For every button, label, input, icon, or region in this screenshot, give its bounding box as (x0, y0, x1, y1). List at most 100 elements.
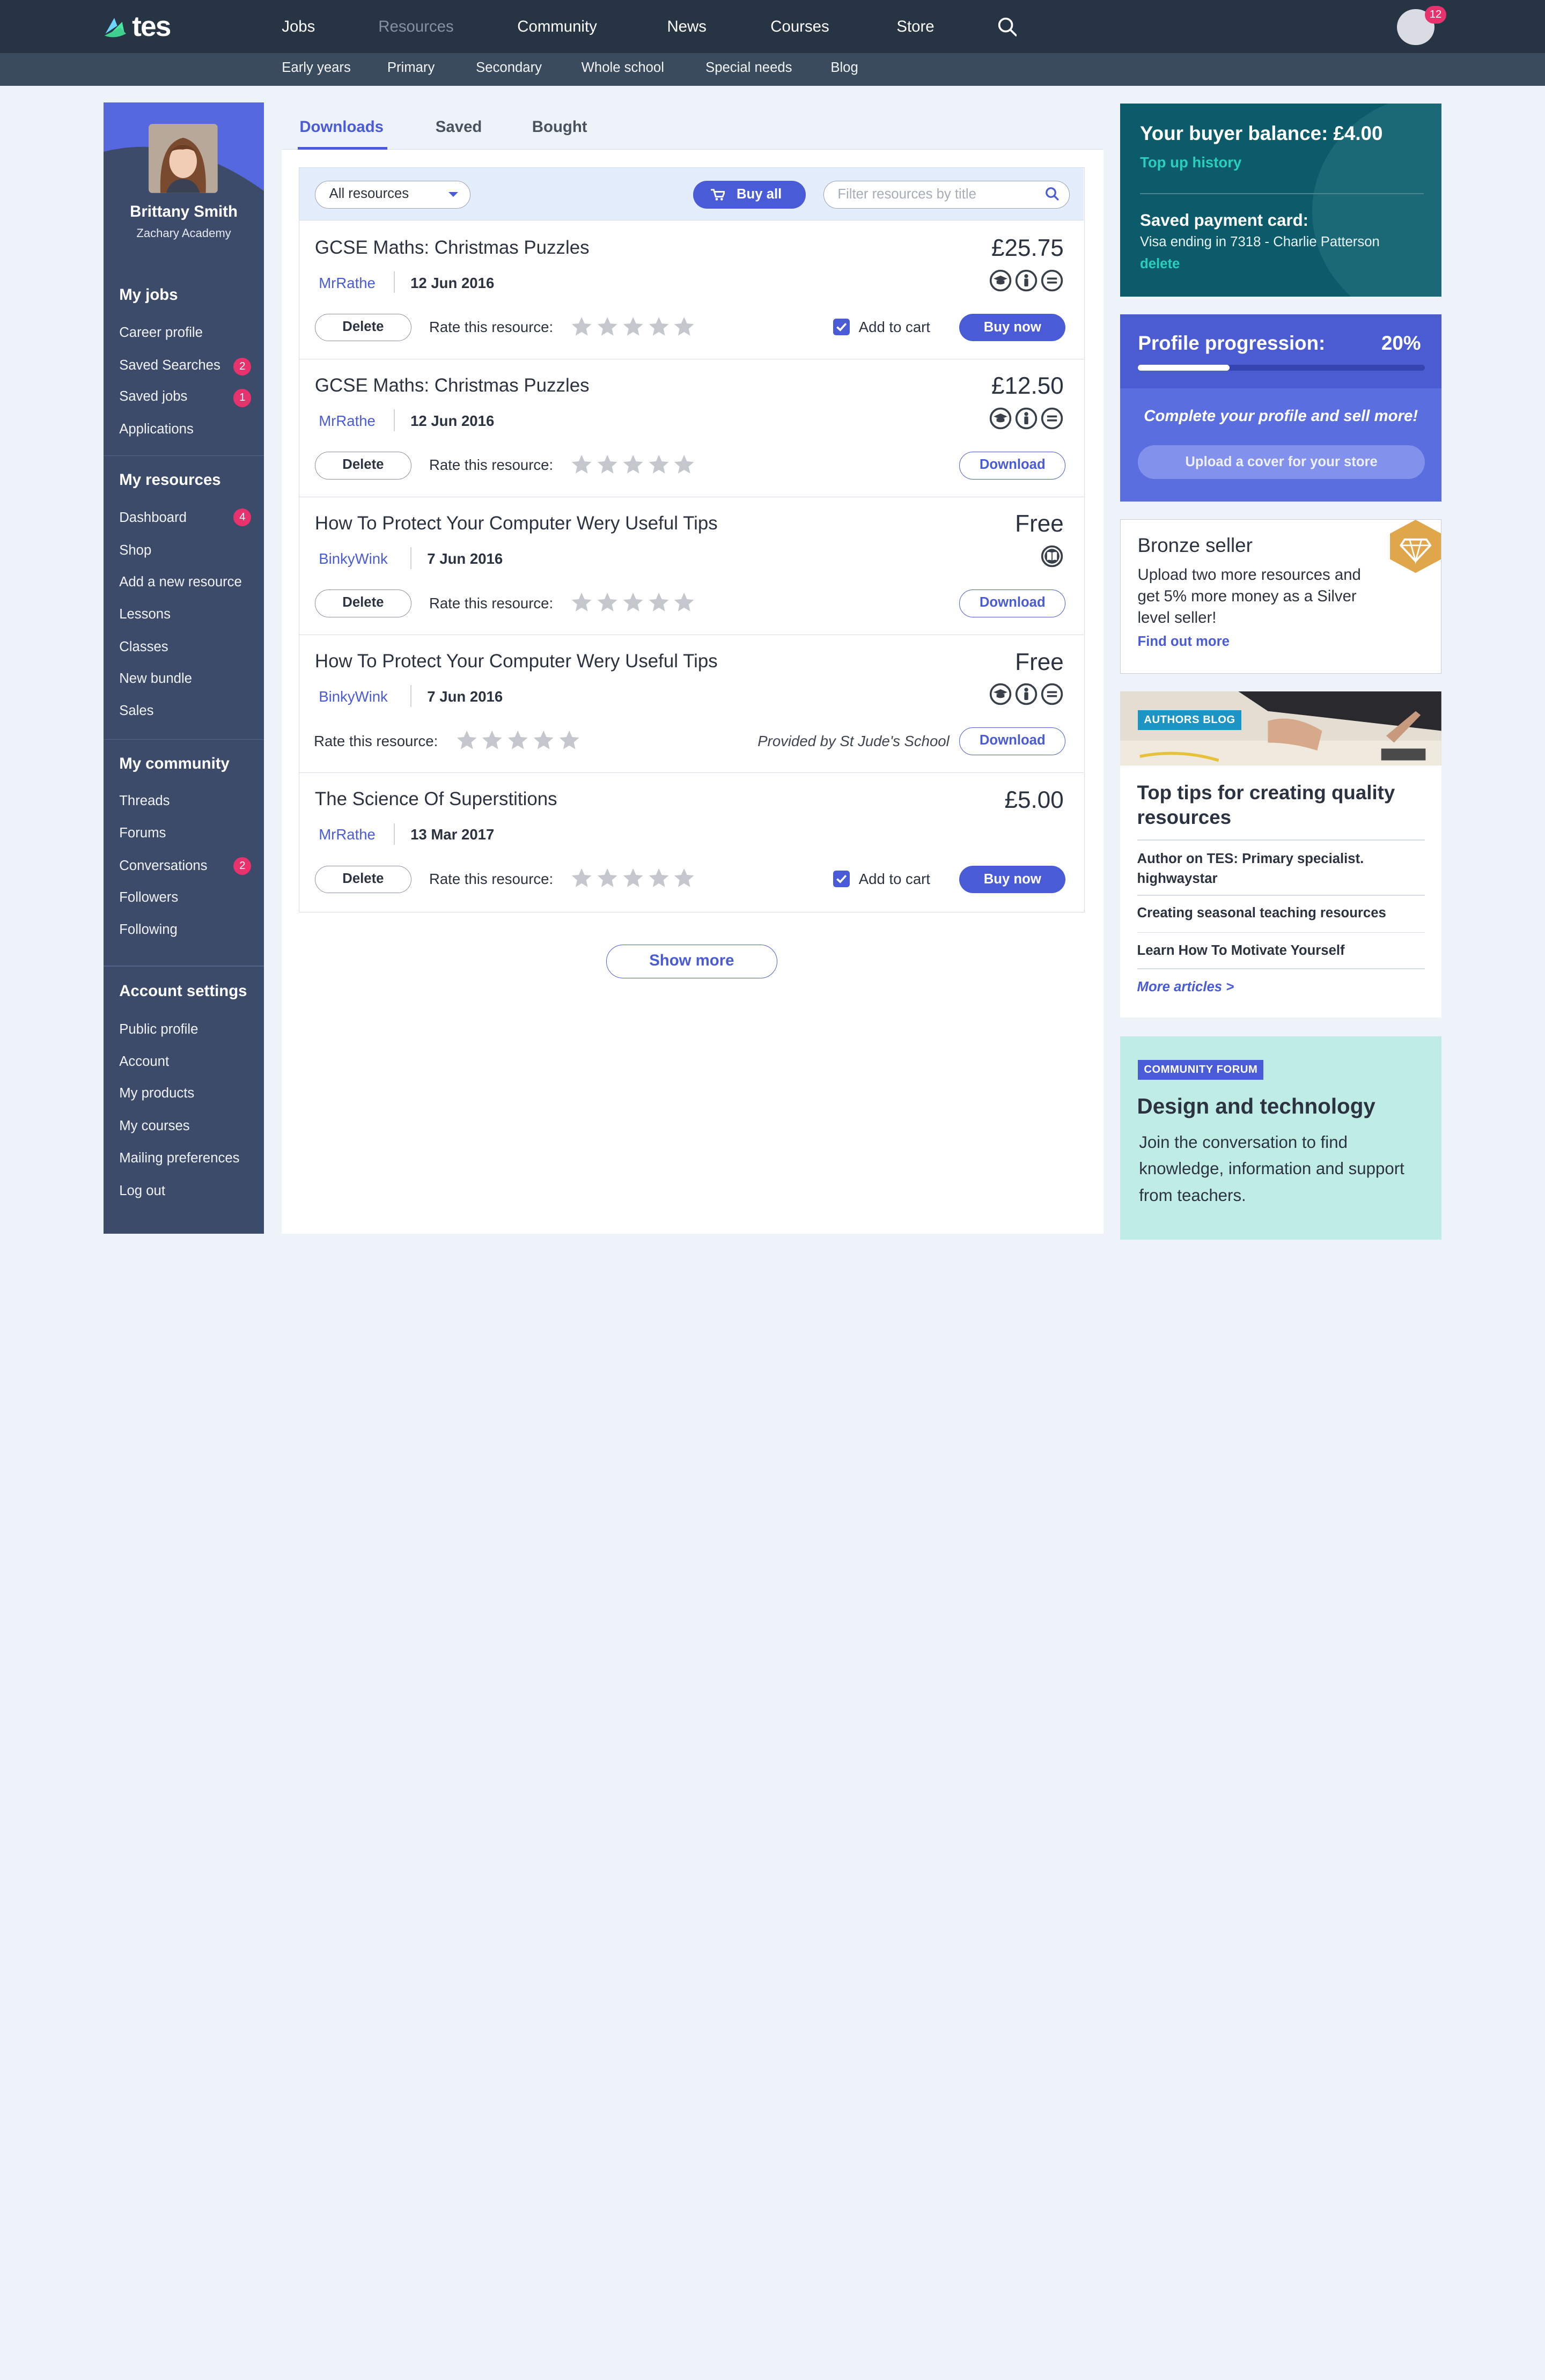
search-icon[interactable] (1045, 187, 1059, 201)
star-icon[interactable] (622, 592, 644, 613)
more-articles-link[interactable]: More articles > (1137, 979, 1234, 995)
resource-title[interactable]: How To Protect Your Computer Wery Useful… (315, 513, 718, 534)
resource-author-link[interactable]: BinkyWink (319, 550, 388, 568)
sidebar-item-new-bundle[interactable]: New bundle (119, 671, 192, 687)
star-icon[interactable] (571, 592, 592, 613)
star-icon[interactable] (533, 730, 554, 751)
star-icon[interactable] (648, 867, 670, 889)
download-button[interactable]: Download (959, 727, 1066, 755)
delete-button[interactable]: Delete (314, 452, 411, 480)
blog-title[interactable]: Top tips for creating quality resources (1137, 780, 1423, 830)
star-icon[interactable] (481, 730, 503, 751)
star-icon[interactable] (673, 592, 695, 613)
nav-courses[interactable]: Courses (770, 18, 829, 36)
star-icon[interactable] (571, 454, 592, 475)
add-to-cart-label[interactable]: Add to cart (859, 871, 930, 888)
blog-article-link[interactable]: Creating seasonal teaching resources (1137, 903, 1425, 923)
resource-author-link[interactable]: BinkyWink (319, 688, 388, 705)
star-icon[interactable] (571, 316, 592, 337)
resource-author-link[interactable]: MrRathe (319, 826, 376, 843)
sidebar-item-forums[interactable]: Forums (119, 826, 166, 841)
upload-cover-button[interactable]: Upload a cover for your store (1138, 445, 1425, 479)
star-icon[interactable] (673, 316, 695, 337)
resource-type-select[interactable]: All resources (314, 181, 471, 209)
buy-all-button[interactable]: Buy all (693, 181, 806, 209)
star-icon[interactable] (558, 730, 580, 751)
sidebar-item-followers[interactable]: Followers (119, 890, 178, 905)
sidebar-item-public-profile[interactable]: Public profile (119, 1022, 198, 1037)
tab-saved[interactable]: Saved (436, 118, 482, 136)
sidebar-item-account[interactable]: Account (119, 1054, 169, 1070)
sidebar-item-my-products[interactable]: My products (119, 1086, 194, 1101)
star-icon[interactable] (597, 867, 618, 889)
star-icon[interactable] (673, 867, 695, 889)
star-icon[interactable] (597, 316, 618, 337)
star-icon[interactable] (507, 730, 528, 751)
sidebar-item-add-resource[interactable]: Add a new resource (119, 574, 242, 590)
resource-author-link[interactable]: MrRathe (319, 275, 376, 292)
delete-card-link[interactable]: delete (1140, 256, 1180, 272)
resource-title[interactable]: The Science Of Superstitions (315, 789, 557, 810)
sidebar-item-following[interactable]: Following (119, 922, 178, 938)
sidebar-item-conversations[interactable]: Conversations (119, 858, 207, 874)
sidebar-item-shop[interactable]: Shop (119, 543, 151, 558)
search-icon[interactable] (997, 17, 1017, 36)
sidebar-item-dashboard[interactable]: Dashboard (119, 510, 187, 526)
subnav-early-years[interactable]: Early years (282, 60, 351, 76)
sidebar-item-my-courses[interactable]: My courses (119, 1118, 189, 1134)
forum-title[interactable]: Design and technology (1137, 1094, 1375, 1119)
star-icon[interactable] (456, 730, 477, 751)
add-to-cart-checkbox[interactable] (833, 319, 850, 336)
add-to-cart-checkbox[interactable] (833, 870, 850, 887)
tab-bought[interactable]: Bought (532, 118, 587, 136)
rating-stars[interactable] (456, 730, 580, 751)
star-icon[interactable] (648, 454, 670, 475)
star-icon[interactable] (622, 867, 644, 889)
rating-stars[interactable] (571, 454, 695, 475)
rating-stars[interactable] (571, 867, 695, 889)
sidebar-item-mailing-preferences[interactable]: Mailing preferences (119, 1151, 239, 1166)
nav-jobs[interactable]: Jobs (282, 18, 315, 36)
star-icon[interactable] (622, 316, 644, 337)
download-button[interactable]: Download (959, 590, 1066, 617)
sidebar-item-threads[interactable]: Threads (119, 793, 170, 809)
buy-now-button[interactable]: Buy now (959, 314, 1066, 342)
profile-name[interactable]: Brittany Smith (104, 203, 264, 221)
resource-author-link[interactable]: MrRathe (319, 412, 376, 430)
blog-article-link[interactable]: Author on TES: Primary specialist. highw… (1137, 849, 1425, 888)
sidebar-item-saved-searches[interactable]: Saved Searches (119, 358, 220, 373)
buy-now-button[interactable]: Buy now (959, 865, 1066, 894)
star-icon[interactable] (597, 592, 618, 613)
sidebar-item-applications[interactable]: Applications (119, 422, 194, 437)
sidebar-item-lessons[interactable]: Lessons (119, 607, 171, 622)
nav-community[interactable]: Community (517, 18, 597, 36)
delete-button[interactable]: Delete (314, 865, 411, 894)
add-to-cart-label[interactable]: Add to cart (859, 319, 930, 336)
profile-photo[interactable] (149, 124, 218, 193)
star-icon[interactable] (597, 454, 618, 475)
resource-title[interactable]: How To Protect Your Computer Wery Useful… (315, 651, 718, 672)
sidebar-item-classes[interactable]: Classes (119, 639, 168, 655)
star-icon[interactable] (648, 316, 670, 337)
star-icon[interactable] (571, 867, 592, 889)
resource-title[interactable]: GCSE Maths: Christmas Puzzles (315, 375, 590, 396)
sidebar-item-log-out[interactable]: Log out (119, 1183, 165, 1199)
filter-resources-input[interactable] (823, 181, 1070, 209)
download-button[interactable]: Download (959, 452, 1066, 480)
subnav-special-needs[interactable]: Special needs (705, 60, 792, 76)
top-up-history-link[interactable]: Top up history (1140, 154, 1241, 171)
blog-article-link[interactable]: Learn How To Motivate Yourself (1137, 941, 1425, 961)
rating-stars[interactable] (571, 592, 695, 613)
sidebar-item-saved-jobs[interactable]: Saved jobs (119, 389, 187, 404)
star-icon[interactable] (622, 454, 644, 475)
subnav-primary[interactable]: Primary (387, 60, 435, 76)
sidebar-item-sales[interactable]: Sales (119, 703, 153, 719)
notification-badge[interactable]: 12 (1424, 6, 1447, 24)
nav-news[interactable]: News (667, 18, 706, 36)
star-icon[interactable] (648, 592, 670, 613)
nav-resources[interactable]: Resources (378, 18, 453, 36)
sidebar-item-career-profile[interactable]: Career profile (119, 325, 203, 341)
nav-store[interactable]: Store (896, 18, 934, 36)
find-out-more-link[interactable]: Find out more (1138, 634, 1230, 650)
subnav-secondary[interactable]: Secondary (476, 60, 542, 76)
